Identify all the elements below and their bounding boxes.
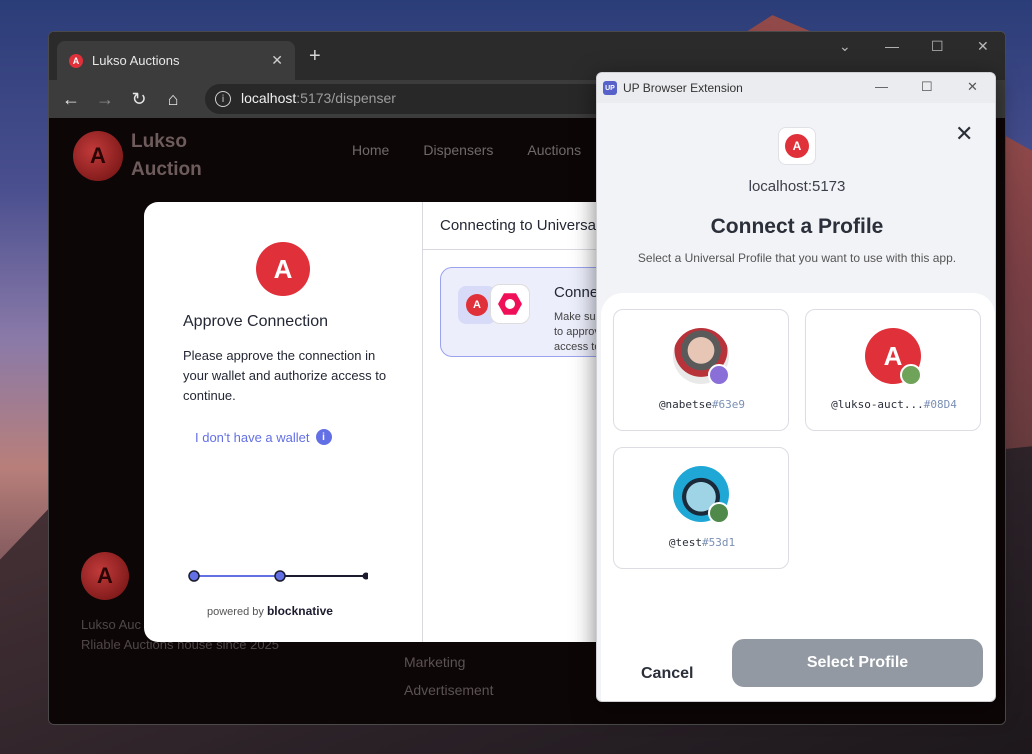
site-logo-icon: A <box>73 131 123 181</box>
forward-icon[interactable]: → <box>95 89 115 110</box>
tab-title: Lukso Auctions <box>92 53 180 68</box>
dialog-subheading: Select a Universal Profile that you want… <box>637 251 957 265</box>
powered-by-label: powered by <box>207 606 264 618</box>
brand-line-1: Lukso <box>131 131 187 152</box>
site-info-icon[interactable]: i <box>215 91 231 107</box>
connecting-header: Connecting to Universal Profile <box>423 202 614 250</box>
no-wallet-label: I don't have a wallet <box>195 429 310 445</box>
back-icon[interactable]: ← <box>61 89 81 110</box>
connect-wallet-modal: A Approve Connection Please approve the … <box>144 202 614 642</box>
home-icon[interactable]: ⌂ <box>163 89 183 110</box>
no-wallet-link[interactable]: I don't have a wallet i <box>195 429 332 445</box>
minimize-icon[interactable]: — <box>885 38 899 54</box>
identicon-icon <box>900 364 922 386</box>
brand-name: Lukso Auction <box>131 128 211 184</box>
reload-icon[interactable]: ↻ <box>129 89 149 110</box>
wallet-icon <box>490 284 530 324</box>
footer-link-advertisement[interactable]: Advertisement <box>404 676 493 704</box>
nav-home[interactable]: Home <box>352 142 389 158</box>
approve-title: Approve Connection <box>183 313 328 330</box>
dialog-close-icon[interactable]: ✕ <box>955 121 973 147</box>
extension-titlebar: UP UP Browser Extension — ☐ ✕ <box>597 73 995 103</box>
connection-progress <box>188 570 368 582</box>
nav-auctions[interactable]: Auctions <box>527 142 581 158</box>
connecting-card: A Connecting Make sure to approve access… <box>440 267 614 357</box>
identicon-icon <box>708 364 730 386</box>
profile-name: @test#53d1 <box>668 536 736 549</box>
info-icon[interactable]: i <box>315 429 332 445</box>
brand-line-2: Auction <box>131 159 202 180</box>
profile-card-nabetse[interactable]: @nabetse#63e9 <box>613 309 789 431</box>
requesting-host: localhost:5173 <box>748 178 846 195</box>
footer-logo-icon: A <box>81 552 129 600</box>
tab-close-icon[interactable]: ✕ <box>271 52 283 69</box>
new-tab-icon[interactable]: + <box>309 45 321 68</box>
app-logo-icon: A <box>256 242 310 296</box>
window-close-icon[interactable]: ✕ <box>977 38 989 55</box>
dialog-heading: Connect a Profile <box>710 215 884 238</box>
tab-search-icon[interactable]: ⌄ <box>839 38 851 55</box>
progress-step-3 <box>362 572 368 580</box>
profile-card-lukso-auction[interactable]: A @lukso-auct...#08D4 <box>805 309 981 431</box>
powered-by: powered by blocknative <box>207 604 333 618</box>
ext-window-close-icon[interactable]: ✕ <box>967 79 978 95</box>
maximize-icon[interactable]: ☐ <box>931 38 944 55</box>
ext-minimize-icon[interactable]: — <box>875 79 888 94</box>
select-profile-button[interactable]: Select Profile <box>732 639 983 687</box>
extension-title: UP Browser Extension <box>623 81 743 95</box>
progress-step-2 <box>274 570 286 582</box>
ext-maximize-icon[interactable]: ☐ <box>921 79 933 95</box>
up-logo-icon: UP <box>603 81 617 95</box>
nav-dispensers[interactable]: Dispensers <box>423 142 493 158</box>
blocknative-logo: blocknative <box>266 604 333 618</box>
site-favicon-icon: A <box>778 127 816 165</box>
address-bar[interactable]: i localhost:5173/dispenser <box>205 84 625 114</box>
url-host: localhost <box>241 90 297 106</box>
profile-panel: @nabetse#63e9 A @lukso-auct...#08D4 @tes… <box>601 293 995 701</box>
modal-main: Connecting to Universal Profile A Connec… <box>423 202 614 642</box>
site-nav: Home Dispensers Auctions <box>352 142 581 158</box>
footer-links: Marketing Advertisement <box>404 648 493 704</box>
progress-step-1 <box>188 570 200 582</box>
browser-tab[interactable]: A Lukso Auctions ✕ <box>57 41 295 80</box>
site-brand[interactable]: A Lukso Auction <box>73 128 211 184</box>
modal-sidebar: A Approve Connection Please approve the … <box>144 202 423 642</box>
profile-name: @nabetse#63e9 <box>658 398 746 411</box>
profile-name: @lukso-auct...#08D4 <box>831 398 957 411</box>
tab-favicon-icon: A <box>69 53 83 68</box>
profile-card-test[interactable]: @test#53d1 <box>613 447 789 569</box>
extension-window: UP UP Browser Extension — ☐ ✕ ✕ A localh… <box>596 72 996 702</box>
approve-text: Please approve the connection in your wa… <box>183 348 387 403</box>
identicon-icon <box>708 502 730 524</box>
footer-link-marketing[interactable]: Marketing <box>404 648 493 676</box>
cancel-button[interactable]: Cancel <box>641 665 693 683</box>
url-path: :5173/dispenser <box>296 90 396 106</box>
